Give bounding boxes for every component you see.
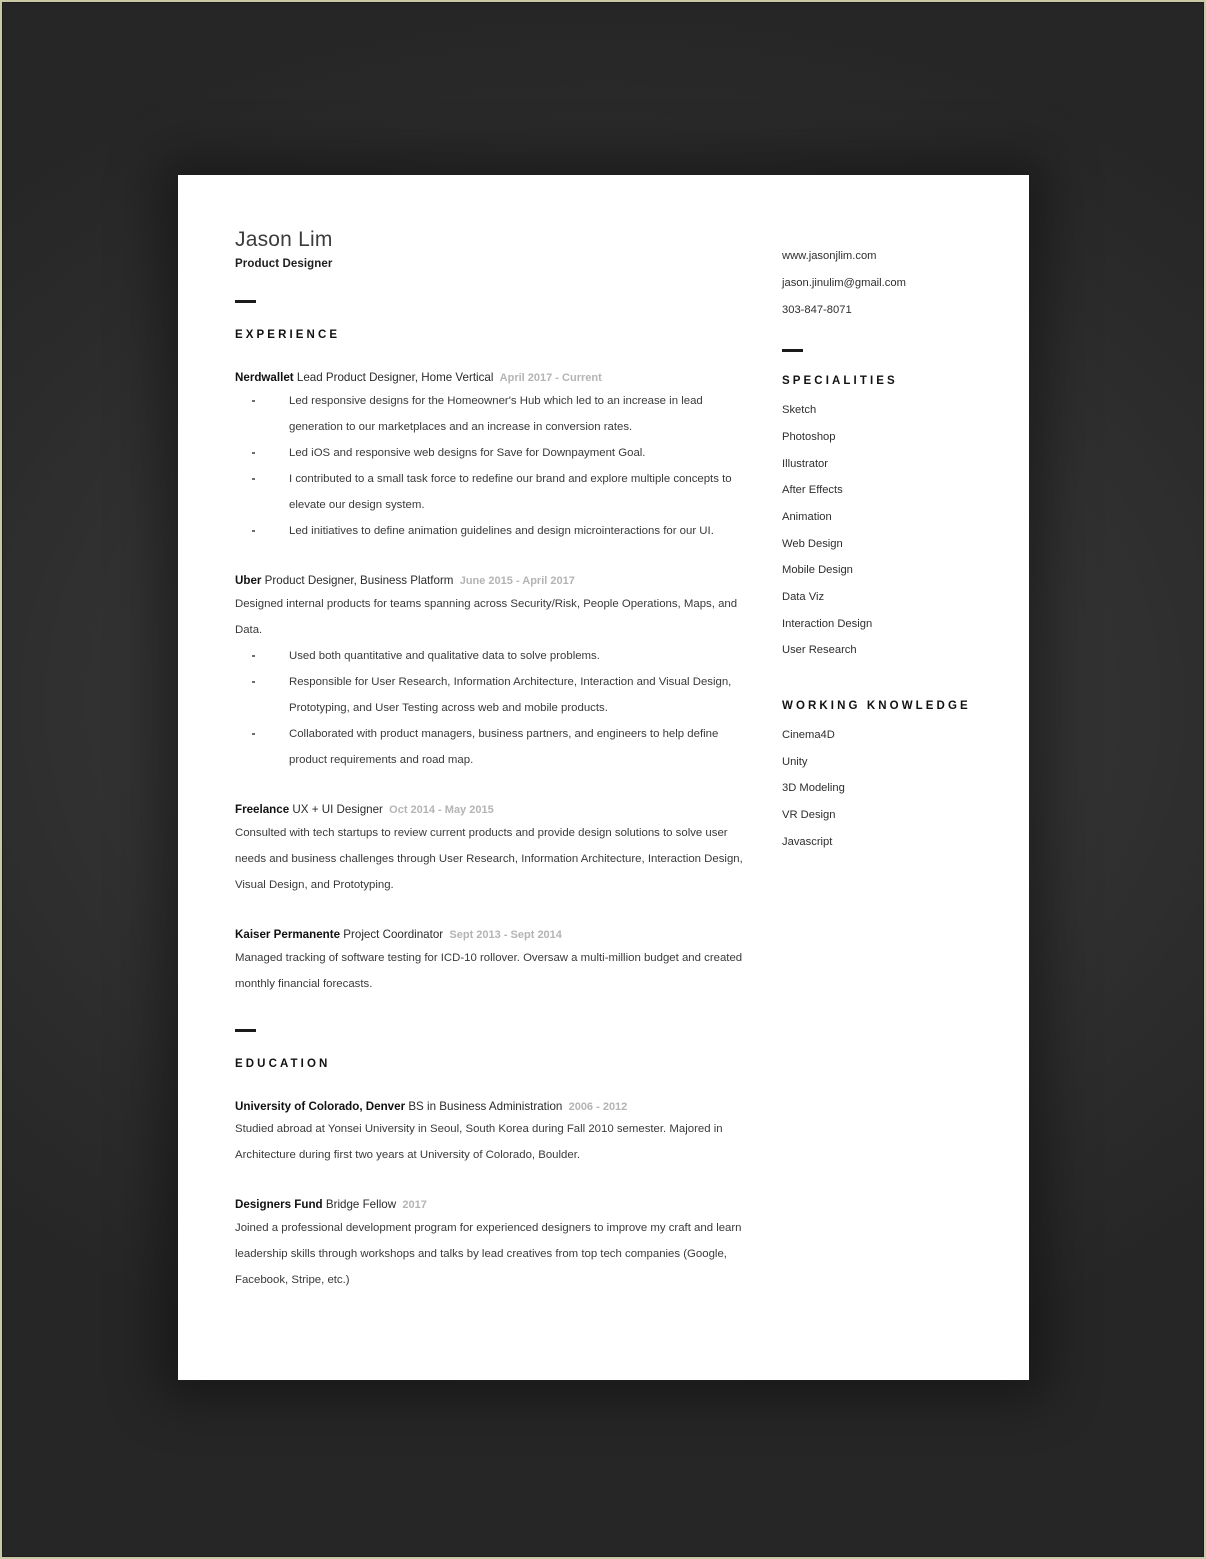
experience-entry: Nerdwallet Lead Product Designer, Home V… (235, 370, 758, 544)
section-heading-specialities: SPECIALITIES (782, 375, 898, 388)
education-title: Bridge Fellow (325, 1198, 397, 1212)
experience-entry-header: Nerdwallet Lead Product Designer, Home V… (235, 370, 758, 386)
experience-entry: Freelance UX + UI Designer Oct 2014 - Ma… (235, 802, 758, 898)
education-entry: University of Colorado, Denver BS in Bus… (235, 1099, 758, 1169)
experience-bullet-list: Led responsive designs for the Homeowner… (235, 388, 758, 544)
experience-org: Freelance (235, 802, 290, 816)
education-dates: 2006 - 2012 (568, 1100, 628, 1113)
list-item: Photoshop (782, 430, 836, 443)
list-item: Used both quantitative and qualitative d… (235, 643, 758, 669)
education-entry-header: Designers Fund Bridge Fellow 2017 (235, 1197, 758, 1213)
contact-email[interactable]: jason.jinulim@gmail.com (782, 270, 989, 297)
list-item: Javascript (782, 835, 833, 848)
contact-block: www.jasonjlim.com jason.jinulim@gmail.co… (782, 243, 989, 324)
experience-description: Consulted with tech startups to review c… (235, 826, 743, 891)
section-heading-experience: EXPERIENCE (235, 329, 341, 342)
experience-entry-header: Freelance UX + UI Designer Oct 2014 - Ma… (235, 802, 758, 818)
contact-phone[interactable]: 303-847-8071 (782, 297, 989, 324)
list-item: Led iOS and responsive web designs for S… (235, 440, 758, 466)
education-description: Studied abroad at Yonsei University in S… (235, 1123, 723, 1162)
list-item: VR Design (782, 808, 836, 821)
list-item: Led initiatives to define animation guid… (235, 518, 758, 544)
experience-bullet-list: Used both quantitative and qualitative d… (235, 643, 758, 773)
experience-title: UX + UI Designer (292, 802, 383, 816)
experience-org: Kaiser Permanente (235, 927, 341, 941)
working-knowledge-list: Cinema4D Unity 3D Modeling VR Design Jav… (782, 722, 989, 855)
education-description: Joined a professional development progra… (235, 1222, 742, 1287)
education-title: BS in Business Administration (408, 1099, 563, 1113)
list-item: Led responsive designs for the Homeowner… (235, 388, 758, 440)
list-item: Collaborated with product managers, busi… (235, 721, 758, 773)
experience-entry-header: Uber Product Designer, Business Platform… (235, 573, 758, 589)
experience-dates: Sept 2013 - Sept 2014 (449, 928, 562, 941)
main-column: Jason Lim Product Designer EXPERIENCE Ne… (235, 228, 758, 1293)
job-role-subtitle: Product Designer (235, 258, 333, 271)
education-org: Designers Fund (235, 1198, 323, 1212)
experience-description: Designed internal products for teams spa… (235, 597, 738, 636)
list-item: Interaction Design (782, 617, 873, 630)
experience-entry: Uber Product Designer, Business Platform… (235, 573, 758, 773)
section-divider-dash (235, 300, 256, 304)
experience-entry: Kaiser Permanente Project Coordinator Se… (235, 927, 758, 997)
list-item: Mobile Design (782, 564, 853, 577)
section-heading-working-knowledge: WORKING KNOWLEDGE (782, 699, 971, 712)
page-title: Jason Lim (235, 228, 333, 251)
education-entry-header: University of Colorado, Denver BS in Bus… (235, 1099, 758, 1115)
list-item: Web Design (782, 537, 843, 550)
list-item: Responsible for User Research, Informati… (235, 669, 758, 721)
education-dates: 2017 (402, 1199, 427, 1212)
list-item: Unity (782, 755, 808, 768)
experience-title: Lead Product Designer, Home Vertical (296, 371, 494, 385)
list-item: Sketch (782, 404, 817, 417)
list-item: Animation (782, 510, 832, 523)
list-item: Cinema4D (782, 728, 835, 741)
experience-title: Project Coordinator (343, 927, 444, 941)
experience-org: Uber (235, 573, 262, 587)
experience-org: Nerdwallet (235, 371, 294, 385)
experience-description: Managed tracking of software testing for… (235, 951, 743, 990)
section-heading-education: EDUCATION (235, 1057, 331, 1070)
sidebar-column: www.jasonjlim.com jason.jinulim@gmail.co… (782, 228, 989, 855)
list-item: I contributed to a small task force to r… (235, 466, 758, 518)
section-divider-dash (782, 349, 803, 353)
list-item: After Effects (782, 484, 843, 497)
resume-page: Jason Lim Product Designer EXPERIENCE Ne… (178, 175, 1029, 1380)
list-item: 3D Modeling (782, 782, 845, 795)
section-divider-dash (235, 1028, 256, 1032)
list-item: Data Viz (782, 590, 825, 603)
experience-title: Product Designer, Business Platform (264, 573, 454, 587)
experience-dates: April 2017 - Current (499, 372, 602, 385)
list-item: Illustrator (782, 457, 829, 470)
experience-dates: June 2015 - April 2017 (459, 574, 575, 587)
education-org: University of Colorado, Denver (235, 1099, 406, 1113)
education-entry: Designers Fund Bridge Fellow 2017 Joined… (235, 1197, 758, 1293)
list-item: User Research (782, 644, 857, 657)
experience-entry-header: Kaiser Permanente Project Coordinator Se… (235, 927, 758, 943)
specialities-list: Sketch Photoshop Illustrator After Effec… (782, 397, 989, 664)
experience-dates: Oct 2014 - May 2015 (389, 803, 494, 816)
contact-website[interactable]: www.jasonjlim.com (782, 243, 989, 270)
